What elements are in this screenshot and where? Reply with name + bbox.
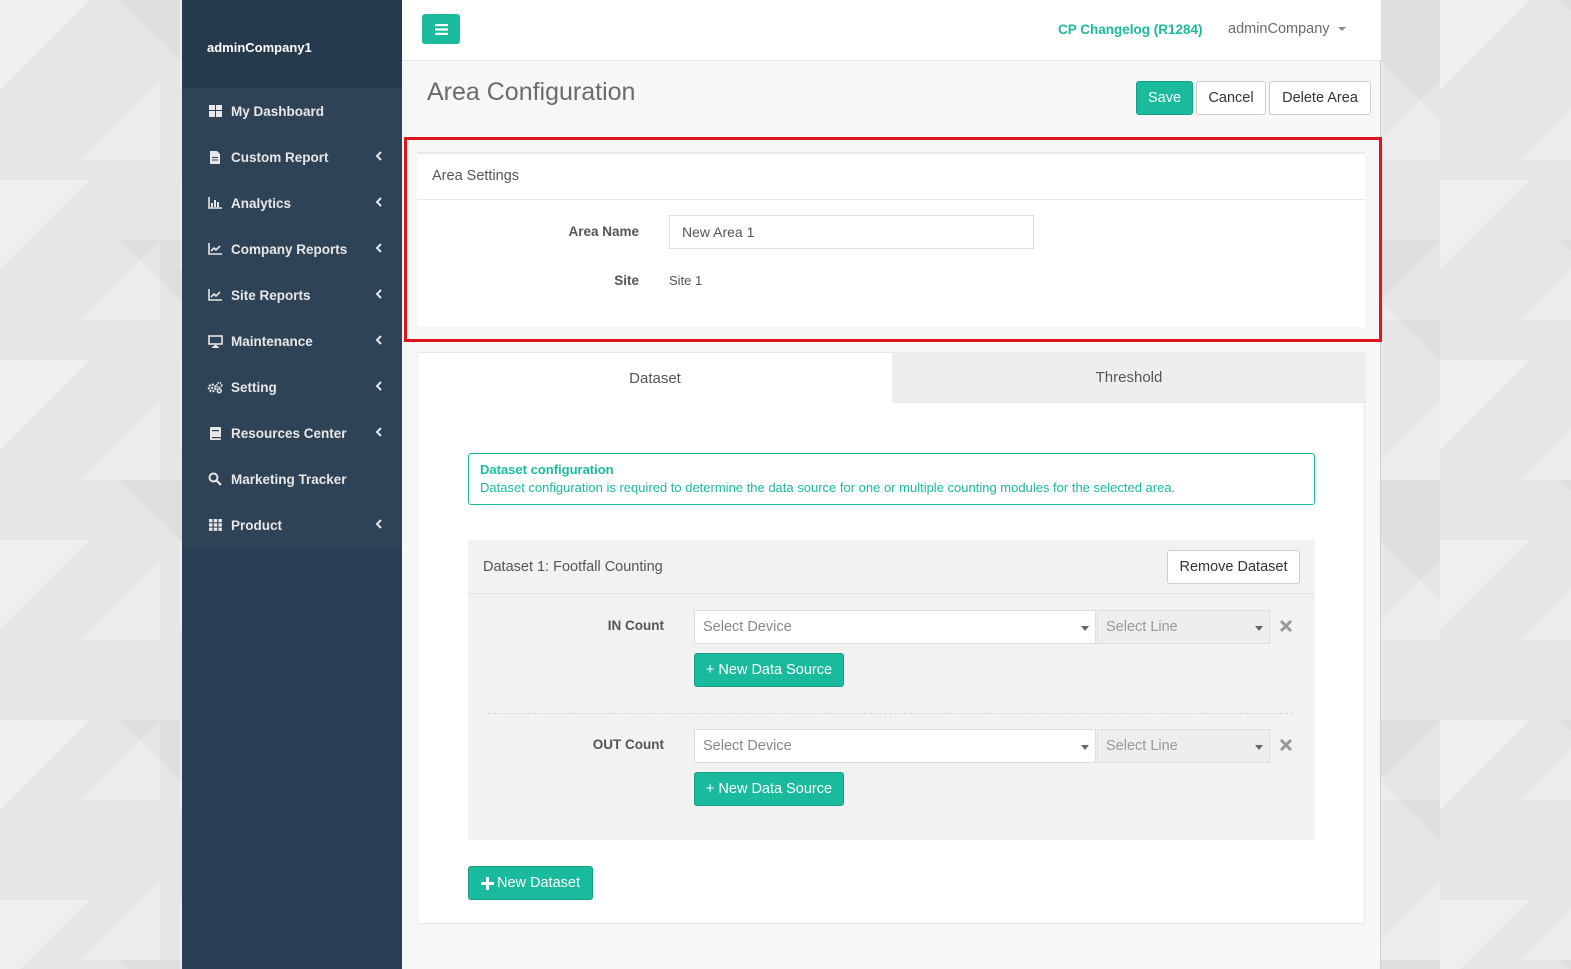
line-chart-icon [207,242,223,256]
delete-area-button[interactable]: Delete Area [1269,81,1371,115]
grid-icon [207,518,223,532]
hamburger-icon [434,23,448,35]
sidebar-item-resources-center[interactable]: Resources Center [182,410,402,456]
sidebar-item-my-dashboard[interactable]: My Dashboard [182,88,402,134]
out-new-data-source-button[interactable]: + New Data Source [694,772,844,806]
app-window: adminCompany1 My Dashboard Custom Report [182,0,1382,969]
sidebar-item-label: Analytics [231,195,292,211]
chevron-left-icon [375,289,382,299]
highlight-box [404,137,1382,342]
chevron-left-icon [375,151,382,161]
menu-toggle-button[interactable] [422,14,460,44]
sidebar-item-label: Site Reports [231,287,311,303]
chevron-left-icon [375,381,382,391]
monitor-icon [207,334,223,348]
gears-icon [207,380,223,394]
dropdown-arrow-icon [1255,626,1263,631]
select-placeholder: Select Device [703,738,792,754]
dataset-tabs-panel: Dataset Threshold Dataset configuration … [417,352,1366,924]
dataset-title: Dataset 1: Footfall Counting [483,559,663,575]
sidebar-item-product[interactable]: Product [182,502,402,548]
top-navbar: CP Changelog (R1284) adminCompany [402,0,1381,61]
sidebar-item-setting[interactable]: Setting [182,364,402,410]
select-placeholder: Select Device [703,619,792,635]
select-placeholder: Select Line [1106,738,1178,754]
tab-dataset[interactable]: Dataset [418,353,892,403]
sidebar-item-label: My Dashboard [231,103,325,119]
chevron-left-icon [375,243,382,253]
book-icon [207,426,223,440]
alert-title: Dataset configuration [480,462,614,477]
plus-icon [480,876,494,890]
sidebar-item-label: Maintenance [231,333,313,349]
sidebar-item-label: Marketing Tracker [231,471,347,487]
sidebar-item-label: Custom Report [231,149,329,165]
user-name: adminCompany [1228,21,1330,37]
dropdown-arrow-icon [1081,745,1089,750]
in-count-label: IN Count [607,618,664,633]
chevron-left-icon [375,427,382,437]
dataset-info-alert: Dataset configuration Dataset configurat… [468,453,1315,505]
save-button[interactable]: Save [1136,81,1193,115]
chevron-left-icon [375,519,382,529]
alert-text: Dataset configuration is required to det… [480,480,1176,495]
remove-row-icon[interactable] [1278,618,1294,634]
remove-dataset-button[interactable]: Remove Dataset [1167,550,1300,584]
select-placeholder: Select Line [1106,619,1178,635]
changelog-link[interactable]: CP Changelog (R1284) [1058,22,1203,37]
sidebar-item-label: Company Reports [231,241,348,257]
out-device-select[interactable]: Select Device [694,729,1096,763]
out-count-label: OUT Count [592,737,664,752]
brand-title: adminCompany1 [182,0,402,88]
dataset-card: Dataset 1: Footfall Counting Remove Data… [468,540,1315,840]
dropdown-arrow-icon [1081,626,1089,631]
in-device-select[interactable]: Select Device [694,610,1096,644]
new-dataset-button[interactable]: New Dataset [468,866,593,900]
dataset-header: Dataset 1: Footfall Counting Remove Data… [468,540,1315,594]
remove-row-icon[interactable] [1278,737,1294,753]
bar-chart-icon [207,196,223,210]
sidebar-item-maintenance[interactable]: Maintenance [182,318,402,364]
document-icon [207,150,223,164]
sidebar-item-custom-report[interactable]: Custom Report [182,134,402,180]
row-divider [488,713,1293,714]
chevron-left-icon [375,197,382,207]
sidebar-item-marketing-tracker[interactable]: Marketing Tracker [182,456,402,502]
search-icon [207,472,223,486]
out-line-select[interactable]: Select Line [1097,729,1270,763]
in-new-data-source-button[interactable]: + New Data Source [694,653,844,687]
dropdown-arrow-icon [1255,745,1263,750]
sidebar-item-site-reports[interactable]: Site Reports [182,272,402,318]
new-dataset-label: New Dataset [496,875,580,891]
user-menu[interactable]: adminCompany [1228,21,1346,37]
sidebar-item-label: Product [231,517,283,533]
tab-threshold[interactable]: Threshold [892,353,1366,403]
caret-down-icon [1337,27,1346,31]
sidebar-nav: My Dashboard Custom Report Analytics Com… [182,88,402,548]
line-chart-icon [207,288,223,302]
page-title: Area Configuration [427,78,636,106]
chevron-left-icon [375,335,382,345]
sidebar-item-analytics[interactable]: Analytics [182,180,402,226]
sidebar-item-label: Setting [231,379,277,395]
dashboard-icon [207,104,223,118]
main-content: CP Changelog (R1284) adminCompany Area C… [402,0,1382,969]
sidebar-item-label: Resources Center [231,425,347,441]
cancel-button[interactable]: Cancel [1196,81,1266,115]
sidebar-item-company-reports[interactable]: Company Reports [182,226,402,272]
in-line-select[interactable]: Select Line [1097,610,1270,644]
sidebar: adminCompany1 My Dashboard Custom Report [182,0,402,969]
